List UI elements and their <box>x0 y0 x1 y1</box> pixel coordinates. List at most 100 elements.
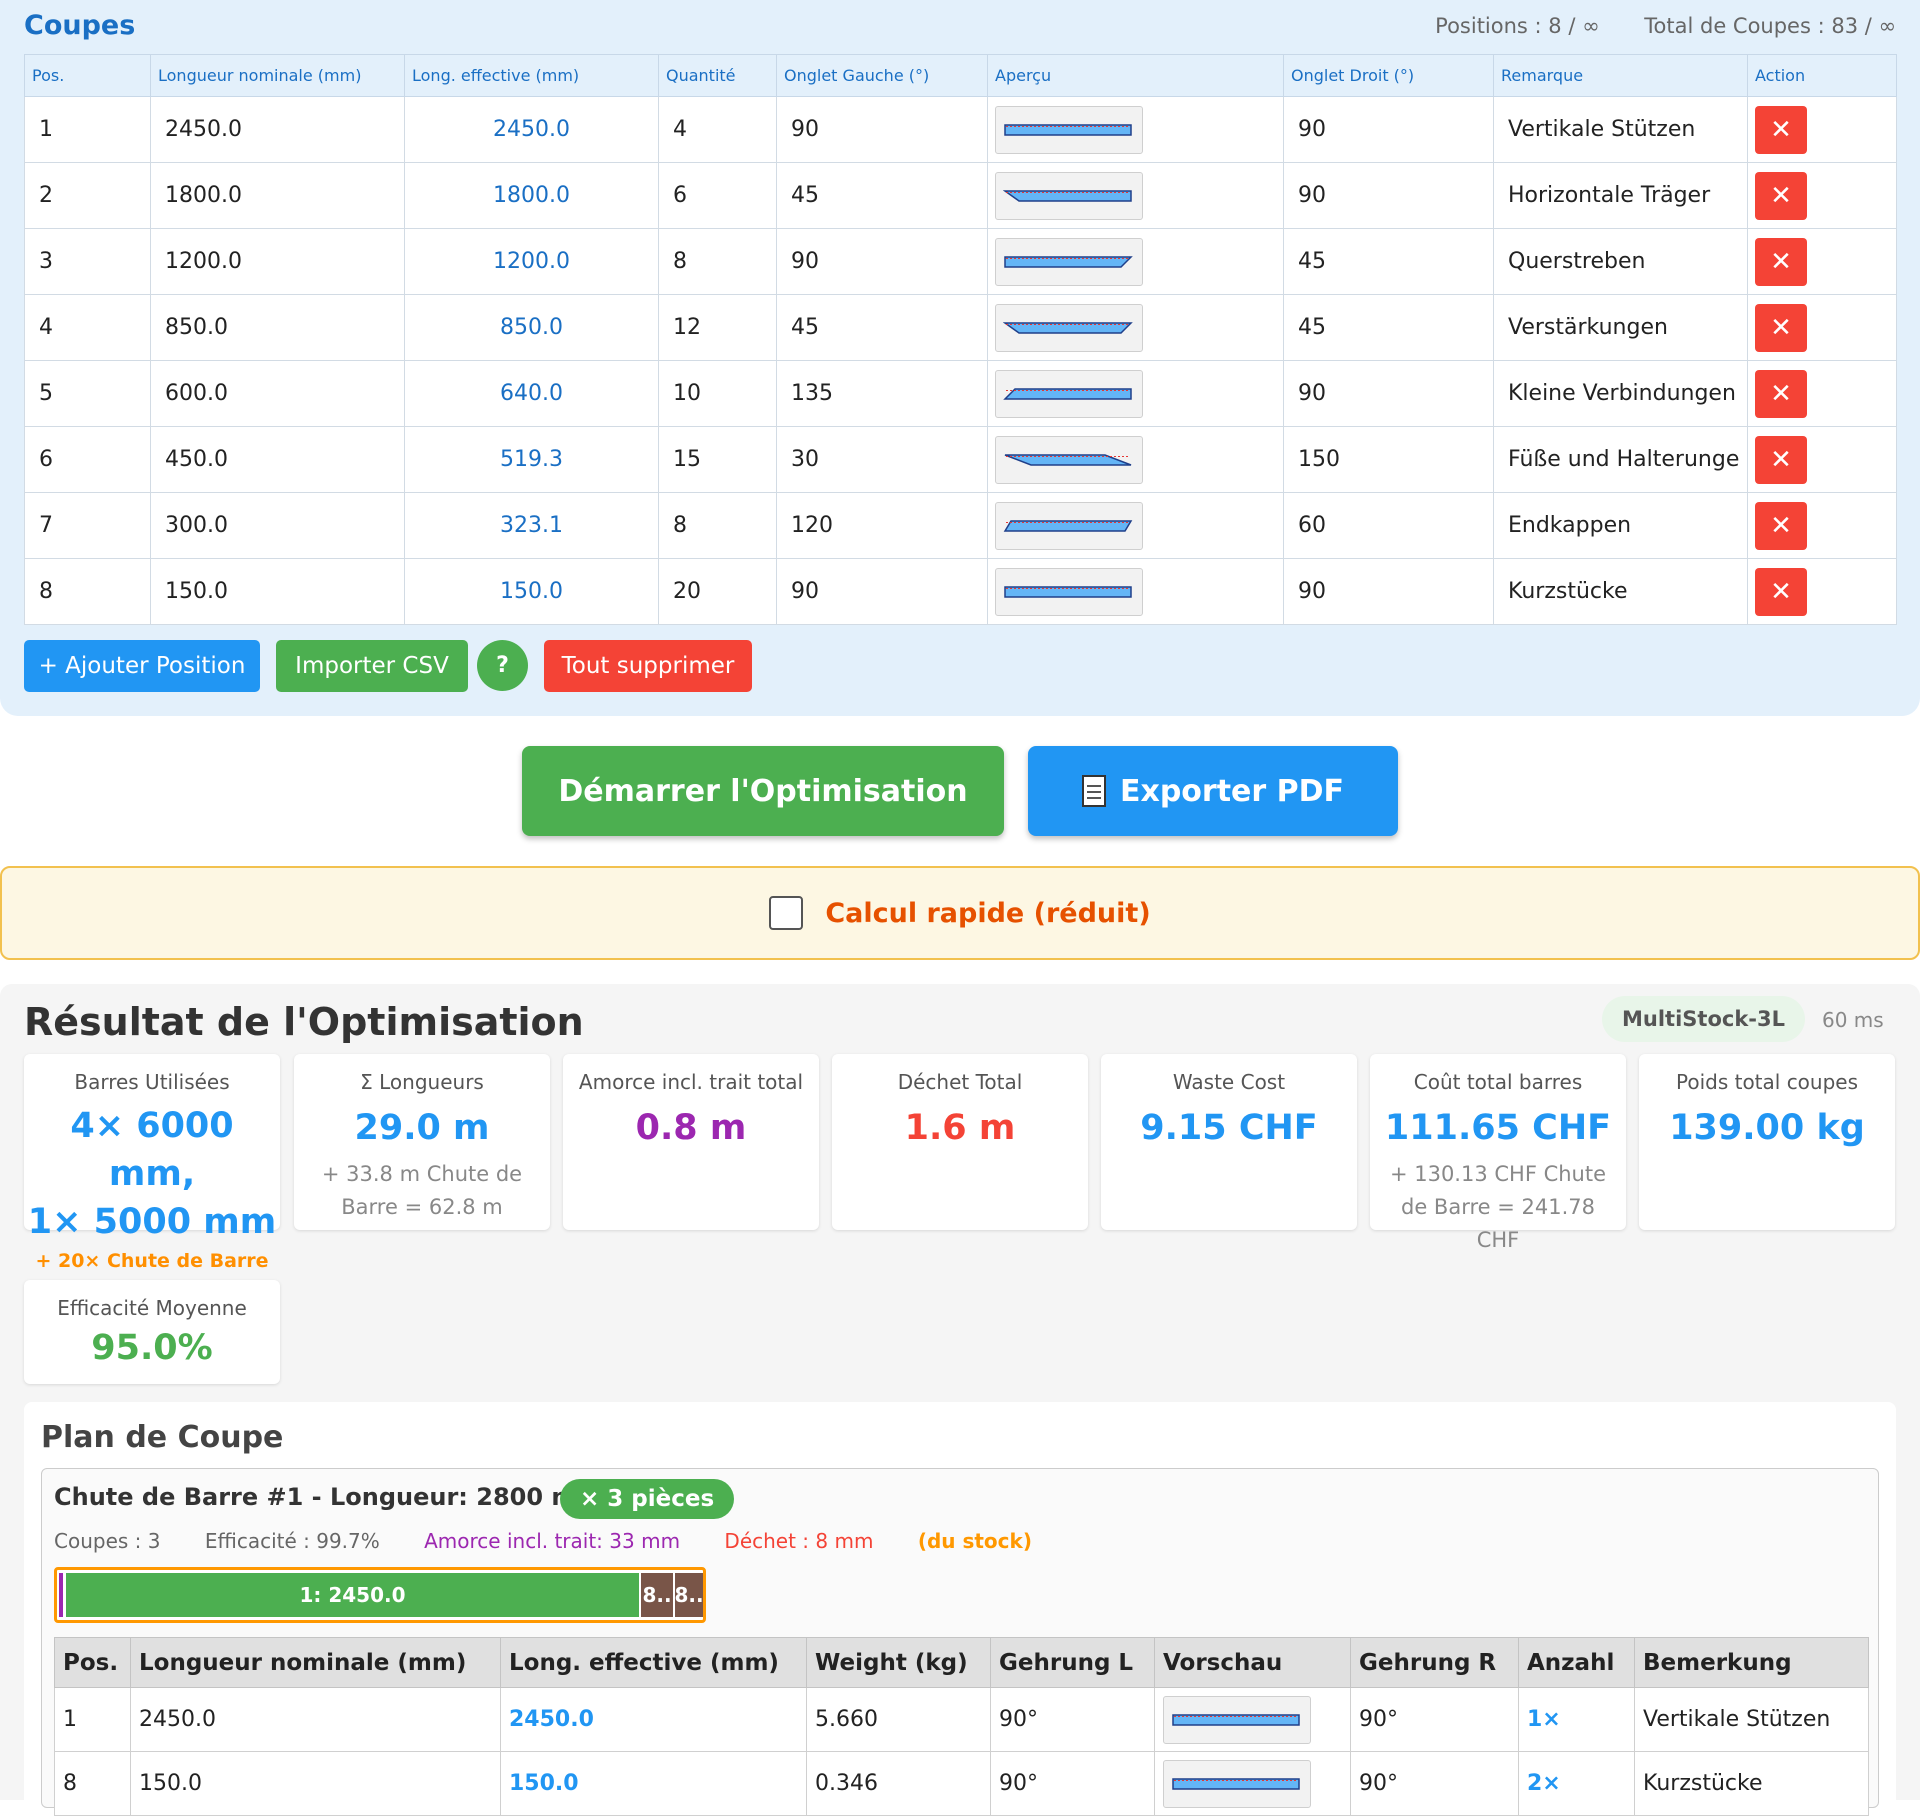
delete-row-button[interactable]: ✕ <box>1755 435 1807 484</box>
cell-nominal-length[interactable]: 1200.0 <box>150 228 405 295</box>
quick-calc-label[interactable]: Calcul rapide (réduit) <box>825 898 1150 929</box>
plan-header-row: Pos. Longueur nominale (mm) Long. effect… <box>54 1637 1869 1688</box>
start-optimization-button[interactable]: Démarrer l'Optimisation <box>522 746 1004 836</box>
cell-right-miter[interactable]: 90 <box>1283 162 1494 229</box>
import-csv-button[interactable]: Importer CSV <box>276 640 468 692</box>
cell-left-miter[interactable]: 45 <box>776 162 988 229</box>
cell-quantity[interactable]: 15 <box>658 426 777 493</box>
col-header: Longueur nominale (mm) <box>130 1637 501 1688</box>
close-icon: ✕ <box>1770 312 1792 343</box>
card-value: 1.6 m <box>904 1108 1016 1148</box>
profile-shape <box>1004 123 1132 136</box>
cell-nominal-length[interactable]: 1800.0 <box>150 162 405 229</box>
col-header: Anzahl <box>1518 1637 1635 1688</box>
cell-action: ✕ <box>1747 492 1897 559</box>
cell-remark[interactable]: Verstärkungen <box>1493 294 1748 361</box>
delete-row-button[interactable]: ✕ <box>1755 369 1807 418</box>
cell-right-miter[interactable]: 90 <box>1283 360 1494 427</box>
help-button[interactable]: ? <box>477 640 528 691</box>
card-value-line: 1× 5000 mm <box>27 1202 277 1242</box>
plan-table: Pos. Longueur nominale (mm) Long. effect… <box>54 1637 1869 1816</box>
cell-right-miter[interactable]: 45 <box>1283 294 1494 361</box>
cell-quantity[interactable]: 10 <box>658 360 777 427</box>
cell-remark[interactable]: Kleine Verbindungen <box>1493 360 1748 427</box>
cell-nominal-length[interactable]: 450.0 <box>150 426 405 493</box>
profile-preview <box>995 369 1143 418</box>
cell-left-miter[interactable]: 45 <box>776 294 988 361</box>
cell-effective-length: 323.1 <box>404 492 659 559</box>
profile-preview <box>995 501 1143 550</box>
cell-remark[interactable]: Vertikale Stützen <box>1493 96 1748 163</box>
cell-quantity[interactable]: 6 <box>658 162 777 229</box>
cell-left-miter[interactable]: 90 <box>776 228 988 295</box>
profile-preview <box>995 171 1143 220</box>
cut-row: 5 600.0 640.0 10 135 90 Kleine Verbindungen ✕ <box>24 360 1897 427</box>
col-header: Onglet Droit (°) <box>1283 54 1494 97</box>
cell-quantity[interactable]: 20 <box>658 558 777 625</box>
cell-preview <box>987 492 1284 559</box>
cell-right-miter[interactable]: 45 <box>1283 228 1494 295</box>
cell-left-miter[interactable]: 135 <box>776 360 988 427</box>
cell-quantity[interactable]: 8 <box>658 492 777 559</box>
delete-row-button[interactable]: ✕ <box>1755 303 1807 352</box>
profile-preview <box>995 303 1143 352</box>
profile-preview <box>995 567 1143 616</box>
cell-nominal-length[interactable]: 150.0 <box>150 558 405 625</box>
close-icon: ✕ <box>1770 180 1792 211</box>
cell-nominal-length[interactable]: 850.0 <box>150 294 405 361</box>
results-title: Résultat de l'Optimisation <box>24 1000 584 1044</box>
delete-row-button[interactable]: ✕ <box>1755 501 1807 550</box>
col-header: Aperçu <box>987 54 1284 97</box>
cell-quantity[interactable]: 4 <box>658 96 777 163</box>
cell-quantity[interactable]: 8 <box>658 228 777 295</box>
card-title: Déchet Total <box>897 1070 1023 1094</box>
cell-right-miter[interactable]: 90 <box>1283 96 1494 163</box>
cell-left-miter[interactable]: 90 <box>776 558 988 625</box>
col-header: Longueur nominale (mm) <box>150 54 405 97</box>
cell-right-miter[interactable]: 60 <box>1283 492 1494 559</box>
cell-right-miter[interactable]: 150 <box>1283 426 1494 493</box>
cell-remark[interactable]: Querstreben <box>1493 228 1748 295</box>
cell-remark[interactable]: Horizontale Träger <box>1493 162 1748 229</box>
col-header: Onglet Gauche (°) <box>776 54 988 97</box>
delete-all-button[interactable]: Tout supprimer <box>544 640 752 692</box>
cell-preview <box>987 162 1284 229</box>
cell-quantity[interactable]: 12 <box>658 294 777 361</box>
delete-row-button[interactable]: ✕ <box>1755 171 1807 220</box>
cell-right-miter[interactable]: 90 <box>1283 558 1494 625</box>
cell-left-miter[interactable]: 90 <box>776 96 988 163</box>
delete-row-button[interactable]: ✕ <box>1755 105 1807 154</box>
cell-pos: 8 <box>54 1751 131 1816</box>
cell-pos: 5 <box>24 360 151 427</box>
efficiency: Efficacité : 99.7% <box>204 1529 380 1553</box>
cell-preview <box>987 426 1284 493</box>
cell-remark[interactable]: Füße und Halterunge <box>1493 426 1748 493</box>
card-kerf-total: Amorce incl. trait total 0.8 m <box>563 1054 819 1230</box>
plan-row: 8 150.0 150.0 0.346 90° 90° 2× Kurzstücke <box>54 1751 1869 1816</box>
export-pdf-button[interactable]: Exporter PDF <box>1028 746 1398 836</box>
quick-calc-checkbox[interactable] <box>769 896 804 930</box>
document-icon <box>1081 775 1106 807</box>
delete-row-button[interactable]: ✕ <box>1755 567 1807 616</box>
cell-effective-length: 1800.0 <box>404 162 659 229</box>
add-position-button[interactable]: + Ajouter Position <box>24 640 260 692</box>
cell-count: 1× <box>1518 1687 1635 1752</box>
cell-left-miter: 90° <box>990 1687 1155 1752</box>
card-total-waste: Déchet Total 1.6 m <box>832 1054 1088 1230</box>
delete-row-button[interactable]: ✕ <box>1755 237 1807 286</box>
card-value: 4× 6000 mm, 1× 5000 mm <box>24 1102 280 1246</box>
cell-left-miter[interactable]: 120 <box>776 492 988 559</box>
cell-preview <box>1154 1687 1351 1752</box>
cell-remark[interactable]: Endkappen <box>1493 492 1748 559</box>
profile-shape <box>1003 321 1133 334</box>
cell-remark[interactable]: Kurzstücke <box>1493 558 1748 625</box>
cell-left-miter[interactable]: 30 <box>776 426 988 493</box>
cell-nominal-length[interactable]: 300.0 <box>150 492 405 559</box>
cell-action: ✕ <box>1747 426 1897 493</box>
cell-nominal-length[interactable]: 600.0 <box>150 360 405 427</box>
cell-action: ✕ <box>1747 360 1897 427</box>
cuts-table: Pos. Longueur nominale (mm) Long. effect… <box>24 54 1897 625</box>
cell-nominal-length[interactable]: 2450.0 <box>150 96 405 163</box>
cell-pos: 7 <box>24 492 151 559</box>
cell-preview <box>987 558 1284 625</box>
